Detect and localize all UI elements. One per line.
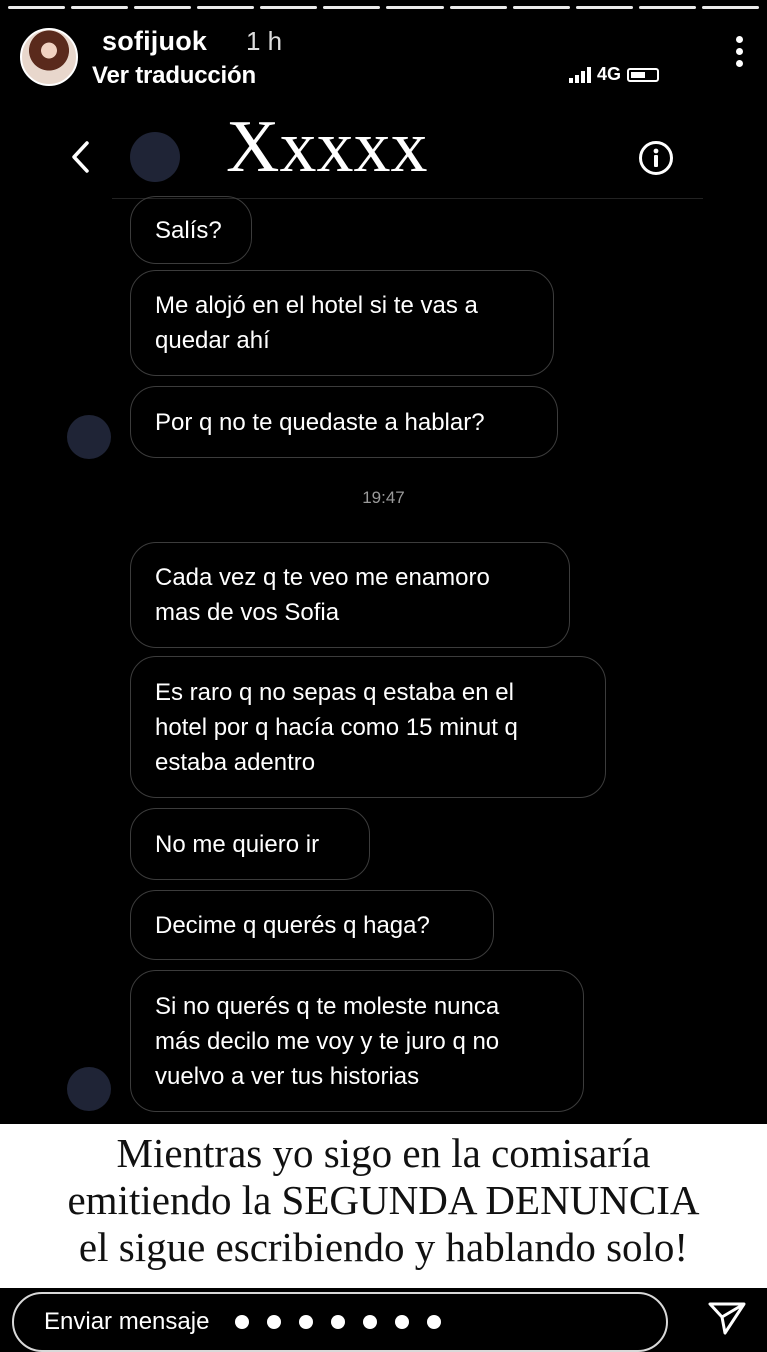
message-bubble: No me quiero ir [130,808,370,880]
story-progress-bar [8,6,759,10]
progress-segment [323,6,381,9]
message-text: Me alojó en el hotel si te vas a quedar … [155,292,478,354]
translation-link[interactable]: Ver traducción [92,62,256,90]
info-icon[interactable] [638,140,674,176]
progress-segment [71,6,129,9]
message-bubble: Me alojó en el hotel si te vas a quedar … [130,270,554,376]
caption-line-2: emitiendo la SEGUNDA DENUNCIA [67,1177,700,1223]
reply-input[interactable]: Enviar mensaje [12,1292,668,1352]
contact-avatar[interactable] [130,132,180,182]
message-text: Es raro q no sepas q estaba en el hotel … [155,678,518,776]
message-bubble: Salís? [130,196,252,264]
message-bubble: Cada vez q te veo me enamoro mas de vos … [130,542,570,648]
story-time: 1 h [246,26,283,56]
caption-line-3: el sigue escribiendo y hablando solo! [78,1224,689,1270]
typing-dots [235,1315,442,1329]
message-text: No me quiero ir [155,830,320,858]
signal-icon [568,66,591,83]
progress-segment [575,6,633,9]
message-text: Si no querés q te moleste nunca más deci… [155,992,500,1090]
caption-line-1: Mientras yo sigo en la comisaría [116,1130,651,1176]
message-bubble: Decime q querés q haga? [130,890,494,960]
progress-segment [8,6,66,9]
contact-name[interactable]: Xxxxx [226,110,427,184]
progress-segment [386,6,444,9]
dm-header: Xxxxx [0,102,767,198]
story-caption: Mientras yo sigo en la comisaría emitien… [0,1124,767,1288]
battery-icon [627,67,659,82]
message-bubble: Si no querés q te moleste nunca más deci… [130,970,584,1112]
phone-status-bar: 4G [568,64,659,85]
sender-avatar [67,1067,111,1111]
progress-segment [638,6,696,9]
message-timestamp: 19:47 [362,488,405,507]
message-bubble: Por q no te quedaste a hablar? [130,386,558,458]
message-text: Cada vez q te veo me enamoro mas de vos … [155,564,490,626]
message-bubble: Es raro q no sepas q estaba en el hotel … [130,656,606,798]
vertical-ellipsis-icon[interactable] [735,36,743,70]
progress-segment [701,6,759,9]
message-text: Por q no te quedaste a hablar? [155,408,485,436]
sender-avatar [67,415,111,459]
message-text: Decime q querés q haga? [155,911,430,939]
network-label: 4G [596,64,621,84]
progress-segment [449,6,507,9]
progress-segment [134,6,192,9]
reply-placeholder: Enviar mensaje [44,1308,210,1335]
progress-segment [197,6,255,9]
story-username[interactable]: sofijuok [102,26,207,57]
chevron-left-icon[interactable] [70,140,90,174]
message-text: Salís? [155,216,222,244]
progress-segment [512,6,570,9]
paper-plane-icon[interactable] [707,1300,747,1336]
progress-segment [260,6,318,9]
profile-avatar[interactable] [20,28,78,86]
